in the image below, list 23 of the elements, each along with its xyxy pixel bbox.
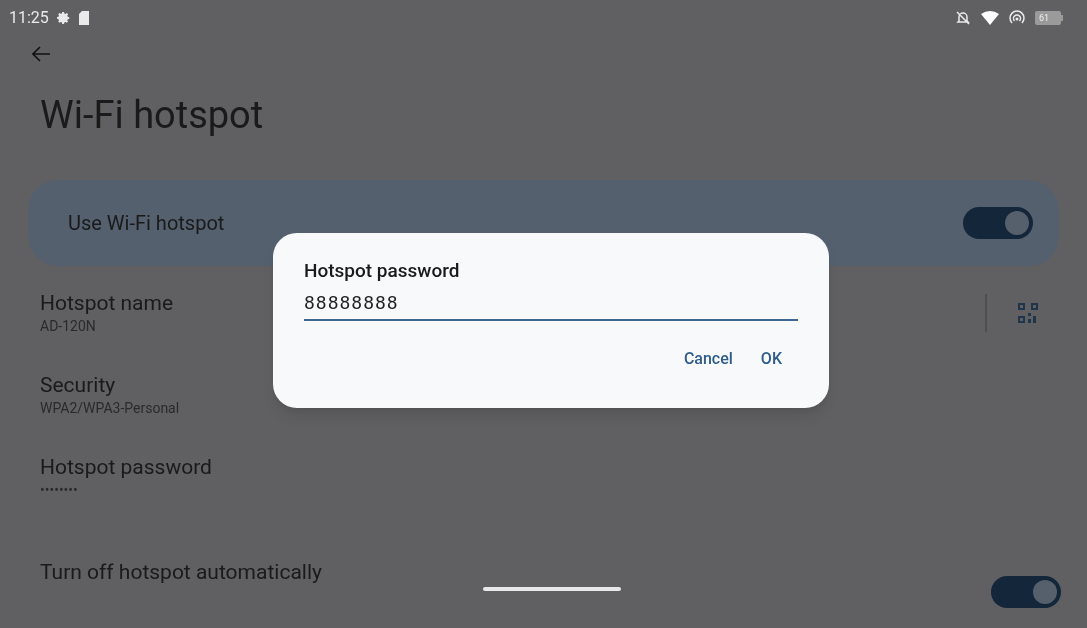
setting-title[interactable]: Security [40,372,180,398]
dialog-button[interactable]: OK [752,343,790,375]
setting-title[interactable]: Turn off hotspot automatically [40,559,322,585]
setting-title[interactable]: Hotspot password [40,454,212,480]
setting-title[interactable]: Hotspot name [40,290,174,316]
setting-value: •••••••• [40,481,79,500]
toggle-switch[interactable] [991,576,1061,608]
toggle-switch[interactable] [963,207,1033,239]
gear-icon [56,11,71,25]
hotspot-icon [1009,10,1025,26]
switch-label: Use Wi-Fi hotspot [68,210,225,237]
dialog-button[interactable]: Cancel [675,343,741,375]
wifi-icon [981,11,999,25]
muted-bell-icon [955,10,971,26]
page-title: Wi-Fi hotspot [39,92,265,138]
back-arrow-icon[interactable] [32,46,50,62]
password-input-field[interactable]: 88888888 [304,291,798,321]
qr-code-icon[interactable] [1017,302,1039,324]
sim-card-icon [78,11,89,25]
battery-indicator: 61 [1035,11,1063,25]
setting-value: AD-120N [40,317,97,336]
status-time: 11:25 [9,7,49,29]
setting-value: WPA2/WPA3-Personal [40,399,180,418]
